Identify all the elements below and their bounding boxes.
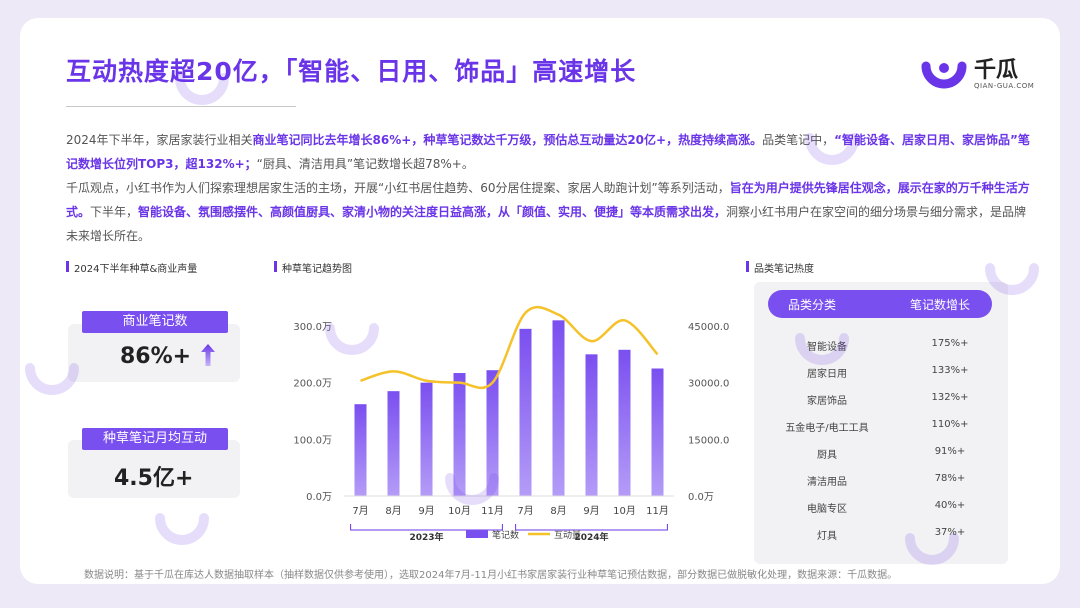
x-tick-label: 10月: [613, 505, 636, 517]
brand-name: 千瓜: [974, 58, 1019, 83]
watermark-logo-icon: [155, 513, 209, 545]
table-cell-growth: 91%+: [934, 446, 966, 457]
report-card: 互动热度超20亿，「智能、日用、饰品」高速增长 千瓜 QIAN-GUA.COM …: [20, 18, 1060, 584]
left-panel-title: 2024下半年种草&商业声量: [66, 260, 197, 275]
table-cell-category: 电脑专区: [807, 504, 847, 515]
x-tick-label: 9月: [418, 505, 434, 517]
table-cell-category: 灯具: [817, 531, 837, 542]
stat-interaction-value: 4.5亿+: [114, 466, 194, 491]
table-cell-growth: 132%+: [931, 392, 969, 403]
brand-domain: QIAN-GUA.COM: [974, 82, 1035, 90]
summary-text: 下半年，: [90, 205, 139, 219]
table-cell-growth: 37%+: [934, 527, 966, 538]
summary-text: 千瓜观点，小红书作为人们探索理想居家生活的主场，开展“小红书居住趋势、60分居住…: [66, 181, 730, 195]
bar-note-count: [552, 320, 565, 496]
stat-commercial-label: 商业笔记数: [82, 311, 228, 333]
table-row: 电脑专区 40%+: [754, 500, 1008, 520]
year-bracket: [515, 524, 668, 531]
bar-note-count: [387, 391, 400, 496]
table-cell-category: 家居饰品: [807, 396, 847, 407]
table-cell-category: 智能设备: [807, 342, 847, 353]
table-row: 智能设备 175%+: [754, 338, 1008, 358]
bar-note-count: [618, 349, 631, 496]
y-left-tick-label: 0.0万: [306, 492, 332, 503]
y-left-tick-label: 200.0万: [293, 379, 332, 390]
table-cell-growth: 78%+: [934, 473, 966, 484]
table-cell-growth: 133%+: [931, 365, 969, 376]
table-title: 品类笔记热度: [746, 260, 814, 275]
summary-text: “厨具、清洁用具”笔记数增长超78%+。: [256, 157, 474, 171]
year-bracket: [350, 524, 503, 531]
category-table: 品类分类 笔记数增长 智能设备 175%+ 居家日用 133%+ 家居饰品 132%+ 五金…: [754, 282, 1008, 564]
y-right-tick-label: 15000.0万: [688, 435, 730, 446]
bar-note-count: [651, 368, 664, 496]
brand-logo: 千瓜 QIAN-GUA.COM: [918, 46, 1048, 106]
line-interaction: [360, 305, 659, 390]
highlight-text: 商业笔记同比去年增长86%+，种草笔记数达千万级，预估总互动量达20亿+，热度持…: [252, 133, 763, 147]
table-cell-growth: 175%+: [931, 338, 969, 349]
header-category: 品类分类: [788, 298, 837, 312]
y-left-tick-label: 300.0万: [293, 322, 332, 333]
x-tick-label: 9月: [583, 505, 599, 517]
table-row: 五金电子/电工工具 110%+: [754, 419, 1008, 439]
legend-label-notes: 笔记数: [492, 529, 519, 541]
bar-note-count: [354, 404, 367, 496]
summary-p1: 2024年下半年，家居家装行业相关商业笔记同比去年增长86%+，种草笔记数达千万…: [66, 128, 1034, 176]
y-left-tick-label: 100.0万: [293, 435, 332, 446]
page-title: 互动热度超20亿，「智能、日用、饰品」高速增长: [66, 57, 637, 86]
table-cell-category: 居家日用: [807, 369, 847, 380]
stat-commercial-value: 86%+: [120, 344, 192, 369]
table-cell-category: 清洁用品: [807, 477, 847, 488]
stat-interaction-label: 种草笔记月均互动: [82, 428, 228, 450]
bar-note-count: [585, 354, 598, 496]
x-tick-label: 11月: [646, 505, 669, 517]
summary-paragraph: 2024年下半年，家居家装行业相关商业笔记同比去年增长86%+，种草笔记数达千万…: [66, 128, 1034, 248]
table-row: 家居饰品 132%+: [754, 392, 1008, 412]
table-header: 品类分类 笔记数增长: [768, 290, 992, 318]
table-cell-growth: 40%+: [934, 500, 966, 511]
table-cell-growth: 110%+: [931, 419, 969, 430]
x-tick-label: 8月: [385, 505, 401, 517]
table-cell-category: 五金电子/电工工具: [785, 423, 869, 434]
trend-chart: 0.0万 100.0万 200.0万 300.0万 0.0万 15000.0万 30000.…: [293, 305, 730, 543]
header-growth: 笔记数增长: [910, 298, 971, 312]
summary-p2: 千瓜观点，小红书作为人们探索理想居家生活的主场，开展“小红书居住趋势、60分居住…: [66, 176, 1034, 248]
y-right-tick-label: 30000.0万: [688, 379, 730, 390]
table-row: 灯具 37%+: [754, 527, 1008, 547]
y-right-tick-label: 45000.0万: [688, 322, 730, 333]
x-tick-label: 11月: [481, 505, 504, 517]
x-tick-label: 8月: [550, 505, 566, 517]
x-tick-label: 7月: [517, 505, 533, 517]
legend-label-interaction: 互动量: [554, 530, 581, 541]
bar-note-count: [453, 373, 466, 496]
x-tick-label: 7月: [352, 505, 368, 517]
summary-text: 品类笔记中，: [762, 133, 835, 147]
x-tick-label: 10月: [448, 505, 471, 517]
table-row: 厨具 91%+: [754, 446, 1008, 466]
table-row: 清洁用品 78%+: [754, 473, 1008, 493]
year-group-label: 2023年: [409, 531, 443, 543]
qiangua-logo-icon: [921, 61, 967, 89]
bar-note-count: [519, 328, 532, 496]
arrow-up-icon: [201, 344, 215, 366]
chart-title: 种草笔记趋势图: [274, 260, 352, 275]
bar-note-count: [486, 370, 499, 496]
table-row: 居家日用 133%+: [754, 365, 1008, 385]
data-footnote: 数据说明：基于千瓜在库达人数据抽取样本（抽样数据仅供参考使用），选取2024年7…: [84, 570, 898, 581]
bar-note-count: [420, 382, 433, 496]
highlight-text: 智能设备、氛围感摆件、高颜值厨具、家清小物的关注度日益高涨，从「颜值、实用、便捷…: [138, 205, 727, 219]
summary-text: 2024年下半年，家居家装行业相关: [66, 133, 253, 147]
table-cell-category: 厨具: [817, 450, 837, 461]
legend-bar-swatch: [466, 530, 488, 538]
title-divider: [66, 106, 296, 107]
y-right-tick-label: 0.0万: [688, 492, 714, 503]
